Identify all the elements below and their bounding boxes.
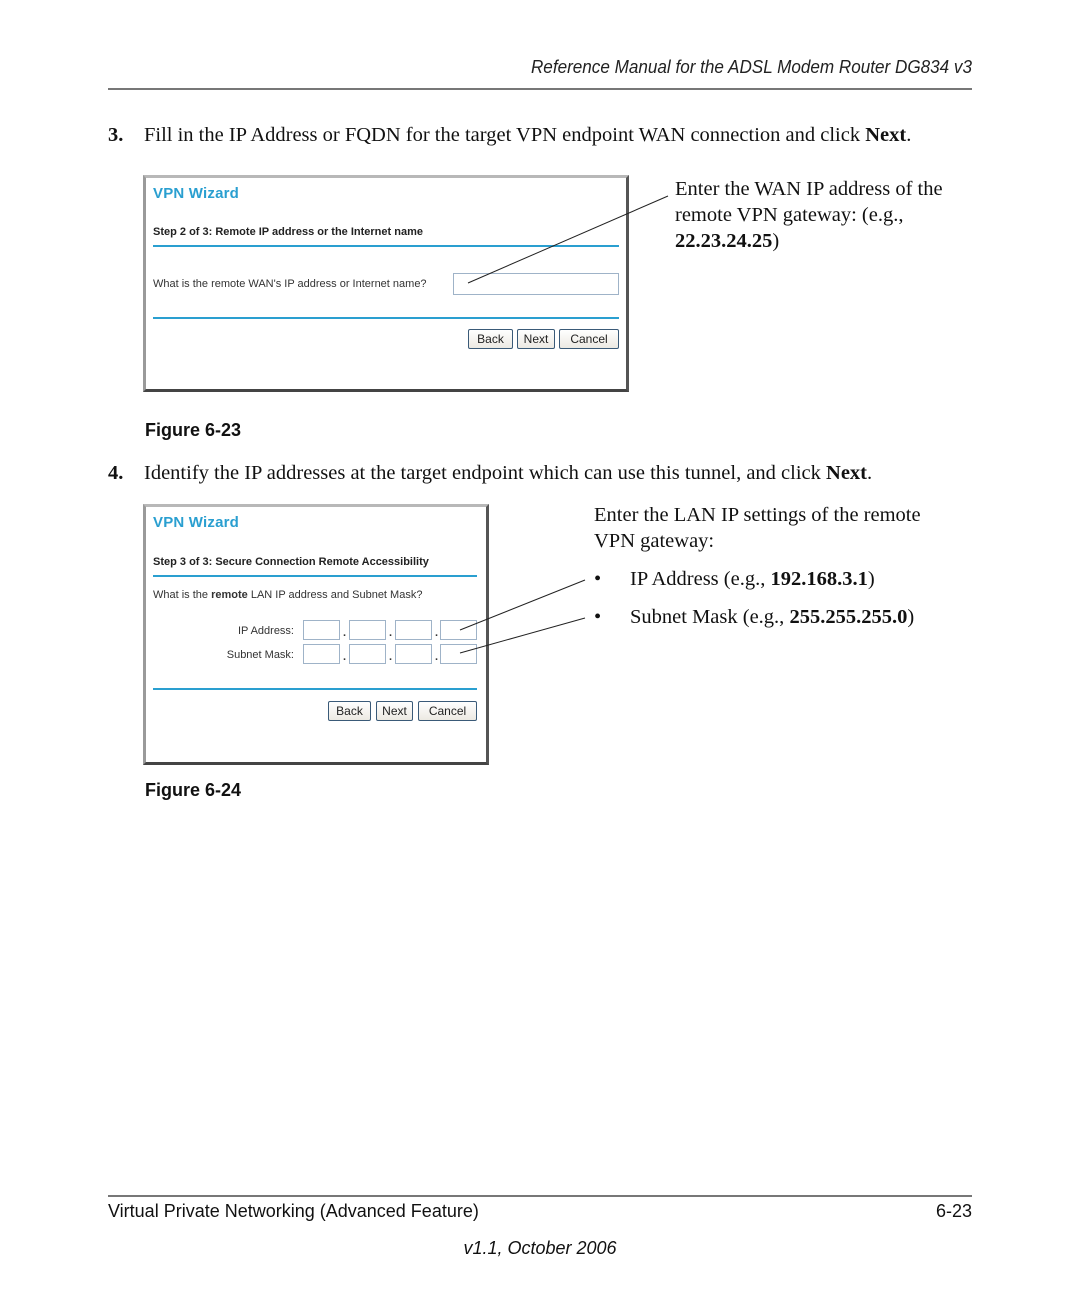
step-punct: .: [906, 124, 912, 146]
bullet-item-ip: • IP Address (e.g., 192.168.3.1): [594, 566, 875, 592]
mask-octet-1-input[interactable]: [303, 644, 340, 664]
bullet-punct: ): [907, 606, 915, 628]
document-version: v1.1, October 2006: [463, 1238, 617, 1258]
bullet-item-mask: • Subnet Mask (e.g., 255.255.255.0): [594, 604, 914, 630]
vpn-wizard-step3-screenshot: VPN Wizard Step 3 of 3: Secure Connectio…: [143, 504, 489, 765]
bullet-punct: ): [867, 568, 875, 590]
ip-octet-3-input[interactable]: [395, 620, 432, 640]
running-header: Reference Manual for the ADSL Modem Rout…: [530, 57, 972, 77]
callout-line: remote VPN gateway: (e.g.,: [675, 204, 904, 226]
octet-separator: .: [343, 651, 347, 663]
remote-wan-address-input[interactable]: [453, 273, 619, 295]
wizard-divider: [153, 245, 619, 247]
mask-octet-3-input[interactable]: [395, 644, 432, 664]
callout-line: Enter the LAN IP settings of the remote: [594, 504, 921, 526]
ip-octet-1-input[interactable]: [303, 620, 340, 640]
step-text: Identify the IP addresses at the target …: [144, 462, 827, 484]
bullet-text: IP Address (e.g.,: [630, 568, 771, 590]
callout-line: VPN gateway:: [594, 530, 715, 552]
step-punct: .: [867, 462, 873, 484]
next-button[interactable]: Next: [517, 329, 555, 349]
step-number: 4.: [108, 462, 124, 484]
next-button[interactable]: Next: [376, 701, 413, 721]
vpn-wizard-step2-screenshot: VPN Wizard Step 2 of 3: Remote IP addres…: [143, 175, 629, 392]
ip-octet-4-input[interactable]: [440, 620, 477, 640]
wizard-title: VPN Wizard: [153, 185, 240, 202]
bullet-icon: •: [594, 568, 602, 590]
wizard-step-label: Step 2 of 3: Remote IP address or the In…: [153, 226, 423, 238]
octet-separator: .: [389, 627, 393, 639]
wizard-divider: [153, 575, 477, 577]
bullet-icon: •: [594, 606, 602, 628]
question-text: What is the: [153, 589, 212, 601]
wizard-question: What is the remote WAN's IP address or I…: [153, 278, 427, 290]
ip-octet-2-input[interactable]: [349, 620, 386, 640]
footer-rule: [108, 1195, 972, 1197]
wan-callout: Enter the WAN IP address of the remote V…: [675, 176, 943, 254]
octet-separator: .: [435, 651, 439, 663]
mask-octet-4-input[interactable]: [440, 644, 477, 664]
lan-callout: Enter the LAN IP settings of the remote …: [594, 502, 921, 554]
figure-caption: Figure 6-24: [145, 780, 242, 800]
figure-caption: Figure 6-23: [145, 420, 242, 440]
mask-octet-2-input[interactable]: [349, 644, 386, 664]
back-button[interactable]: Back: [468, 329, 513, 349]
wizard-divider: [153, 688, 477, 690]
page-number: 6-23: [935, 1201, 972, 1221]
step-text: Fill in the IP Address or FQDN for the t…: [144, 124, 866, 146]
cancel-button[interactable]: Cancel: [559, 329, 619, 349]
step-3: 3. Fill in the IP Address or FQDN for the…: [108, 122, 911, 148]
question-emphasis: remote: [211, 589, 248, 601]
back-button[interactable]: Back: [328, 701, 371, 721]
cancel-button[interactable]: Cancel: [418, 701, 477, 721]
step-number: 3.: [108, 124, 124, 146]
step-emphasis: Next: [826, 462, 867, 484]
header-rule: [108, 88, 972, 90]
footer-section-title: Virtual Private Networking (Advanced Fea…: [108, 1201, 479, 1221]
ip-address-label: IP Address:: [237, 625, 294, 637]
callout-punct: ): [772, 230, 780, 252]
callout-example: 22.23.24.25: [675, 230, 773, 252]
wizard-question: What is the remote LAN IP address and Su…: [153, 589, 422, 601]
bullet-text: Subnet Mask (e.g.,: [630, 606, 790, 628]
octet-separator: .: [435, 627, 439, 639]
callout-line: 22.23.24.25): [675, 228, 943, 254]
octet-separator: .: [389, 651, 393, 663]
callout-line: Enter the WAN IP address of the: [675, 178, 943, 200]
step-emphasis: Next: [865, 124, 907, 146]
octet-separator: .: [343, 627, 347, 639]
wizard-title: VPN Wizard: [153, 514, 240, 531]
bullet-example: 192.168.3.1: [770, 568, 868, 590]
step-4: 4. Identify the IP addresses at the targe…: [108, 460, 872, 486]
subnet-mask-label: Subnet Mask:: [226, 649, 294, 661]
wizard-divider: [153, 317, 619, 319]
question-text: LAN IP address and Subnet Mask?: [247, 589, 423, 601]
bullet-example: 255.255.255.0: [789, 606, 908, 628]
wizard-step-label: Step 3 of 3: Secure Connection Remote Ac…: [153, 556, 429, 568]
